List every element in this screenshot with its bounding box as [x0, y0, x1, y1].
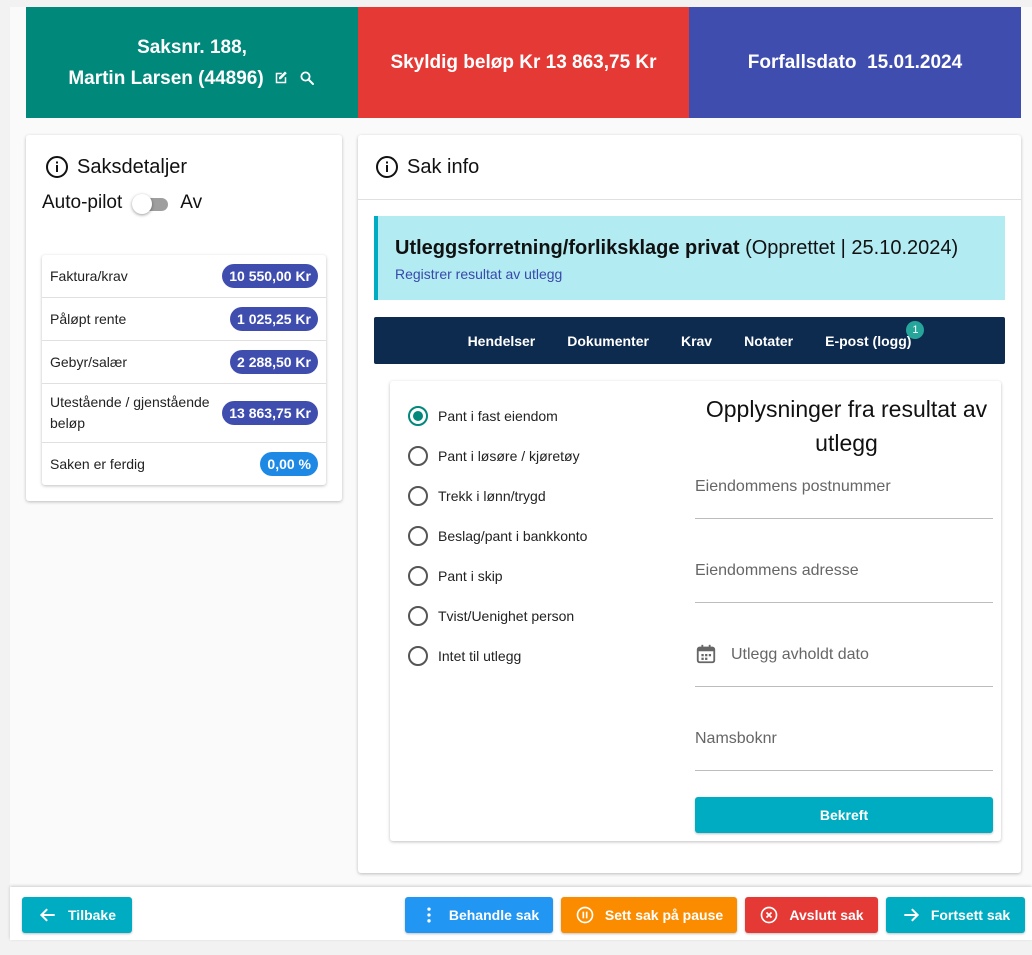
- cancel-icon: [761, 906, 778, 924]
- ref-number-input[interactable]: [695, 721, 993, 757]
- tab-bar: Hendelser Dokumenter Krav Notater E-post…: [374, 317, 1005, 364]
- amount-label: Utestående / gjenstående beløp: [50, 394, 210, 431]
- pause-case-button[interactable]: Sett sak på pause: [561, 897, 737, 933]
- radio-button[interactable]: [408, 446, 428, 466]
- close-case-button[interactable]: Avslutt sak: [745, 897, 878, 933]
- divider: [358, 199, 1021, 200]
- case-info-card: Sak info Utleggsforretning/forliksklage …: [358, 135, 1021, 873]
- radio-option[interactable]: Pant i skip: [408, 556, 587, 596]
- form-title: Opplysninger fra resultat av utlegg: [705, 396, 988, 456]
- amount-due-tile: Skyldig beløp Kr 13 863,75 Kr: [358, 7, 689, 118]
- radio-option[interactable]: Tvist/Uenighet person: [408, 596, 587, 636]
- tab-hendelser[interactable]: Hendelser: [468, 333, 536, 349]
- more-vertical-icon: [427, 907, 431, 923]
- banner-status: (Opprettet | 25.10.2024): [745, 237, 959, 259]
- autopilot-toggle[interactable]: [132, 191, 170, 215]
- amount-label: Saken er ferdig: [50, 455, 145, 472]
- postcode-field: [695, 469, 993, 519]
- radio-button-checked[interactable]: [408, 406, 428, 426]
- amount-label: Påløpt rente: [50, 310, 127, 327]
- amount-badge: 2 288,50 Kr: [230, 350, 318, 374]
- postcode-input[interactable]: [695, 469, 993, 505]
- handle-case-button[interactable]: Behandle sak: [405, 897, 553, 933]
- info-icon: [376, 156, 398, 178]
- amounts-list: Faktura/krav 10 550,00 Kr Påløpt rente 1…: [42, 255, 326, 485]
- date-field: [695, 637, 993, 687]
- list-item: Faktura/krav 10 550,00 Kr: [42, 255, 326, 298]
- tab-epost-logg[interactable]: E-post (logg) 1: [825, 320, 925, 349]
- due-date-tile: Forfallsdato 15.01.2024: [689, 7, 1021, 118]
- arrow-right-icon: [904, 908, 919, 922]
- amount-badge: 13 863,75 Kr: [222, 401, 318, 425]
- amount-badge: 1 025,25 Kr: [230, 307, 318, 331]
- ref-number-field: [695, 721, 993, 771]
- case-info-title: Sak info: [407, 155, 480, 178]
- date-input[interactable]: [695, 637, 993, 673]
- list-item: Saken er ferdig 0,00 %: [42, 443, 326, 485]
- arrow-left-icon: [39, 908, 55, 922]
- continue-case-button[interactable]: Fortsett sak: [886, 897, 1025, 933]
- count-badge: 1: [906, 320, 925, 339]
- due-date-text: Forfallsdato 15.01.2024: [747, 51, 963, 73]
- amount-badge: 10 550,00 Kr: [222, 264, 318, 288]
- status-banner: Utleggsforretning/forliksklage privat (O…: [374, 216, 1005, 300]
- tab-dokumenter[interactable]: Dokumenter: [567, 333, 649, 349]
- info-icon: [46, 156, 68, 178]
- progress-badge: 0,00 %: [260, 452, 318, 476]
- radio-button[interactable]: [408, 526, 428, 546]
- edit-icon[interactable]: [272, 69, 290, 87]
- autopilot-label: Auto-pilot: [42, 192, 123, 213]
- radio-option[interactable]: Pant i fast eiendom: [408, 396, 587, 436]
- case-header-tile: Saksnr. 188, Martin Larsen (44896): [26, 7, 358, 118]
- tab-notater[interactable]: Notater: [744, 333, 793, 349]
- banner-title: Utleggsforretning/forliksklage privat (O…: [395, 237, 958, 260]
- radio-option[interactable]: Trekk i lønn/trygd: [408, 476, 587, 516]
- case-number: Saksnr. 188,: [137, 36, 247, 58]
- list-item: Påløpt rente 1 025,25 Kr: [42, 298, 326, 341]
- radio-button[interactable]: [408, 566, 428, 586]
- radio-option[interactable]: Beslag/pant i bankkonto: [408, 516, 587, 556]
- result-form-panel: Pant i fast eiendom Pant i løsøre / kjør…: [390, 381, 1001, 841]
- pause-icon: [576, 906, 594, 924]
- case-details-title: Saksdetaljer: [77, 155, 188, 178]
- autopilot-row: Auto-pilot Av: [42, 191, 202, 215]
- outcome-radio-group: Pant i fast eiendom Pant i løsøre / kjør…: [408, 396, 587, 676]
- case-details-heading: Saksdetaljer: [45, 155, 187, 179]
- radio-button[interactable]: [408, 486, 428, 506]
- amount-label: Gebyr/salær: [50, 353, 128, 370]
- register-result-link[interactable]: Registrer resultat av utlegg: [395, 266, 562, 282]
- case-info-heading: Sak info: [375, 155, 479, 179]
- banner-case-type: Utleggsforretning/forliksklage privat: [395, 237, 740, 259]
- footer-bar: Tilbake Behandle sak Sett sak på pause A…: [10, 887, 1032, 940]
- radio-option[interactable]: Intet til utlegg: [408, 636, 587, 676]
- list-item: Utestående / gjenstående beløp 13 863,75…: [42, 384, 326, 443]
- autopilot-state: Av: [180, 192, 203, 213]
- debtor-name: Martin Larsen (44896): [68, 67, 264, 89]
- tab-krav[interactable]: Krav: [681, 333, 712, 349]
- amount-label: Faktura/krav: [50, 267, 128, 284]
- address-input[interactable]: [695, 553, 993, 589]
- address-field: [695, 553, 993, 603]
- amount-due-text: Skyldig beløp Kr 13 863,75 Kr: [390, 51, 657, 73]
- search-icon[interactable]: [298, 69, 316, 87]
- radio-option[interactable]: Pant i løsøre / kjøretøy: [408, 436, 587, 476]
- confirm-button[interactable]: Bekreft: [695, 797, 993, 833]
- radio-button[interactable]: [408, 646, 428, 666]
- list-item: Gebyr/salær 2 288,50 Kr: [42, 341, 326, 384]
- radio-button[interactable]: [408, 606, 428, 626]
- back-button[interactable]: Tilbake: [22, 897, 132, 933]
